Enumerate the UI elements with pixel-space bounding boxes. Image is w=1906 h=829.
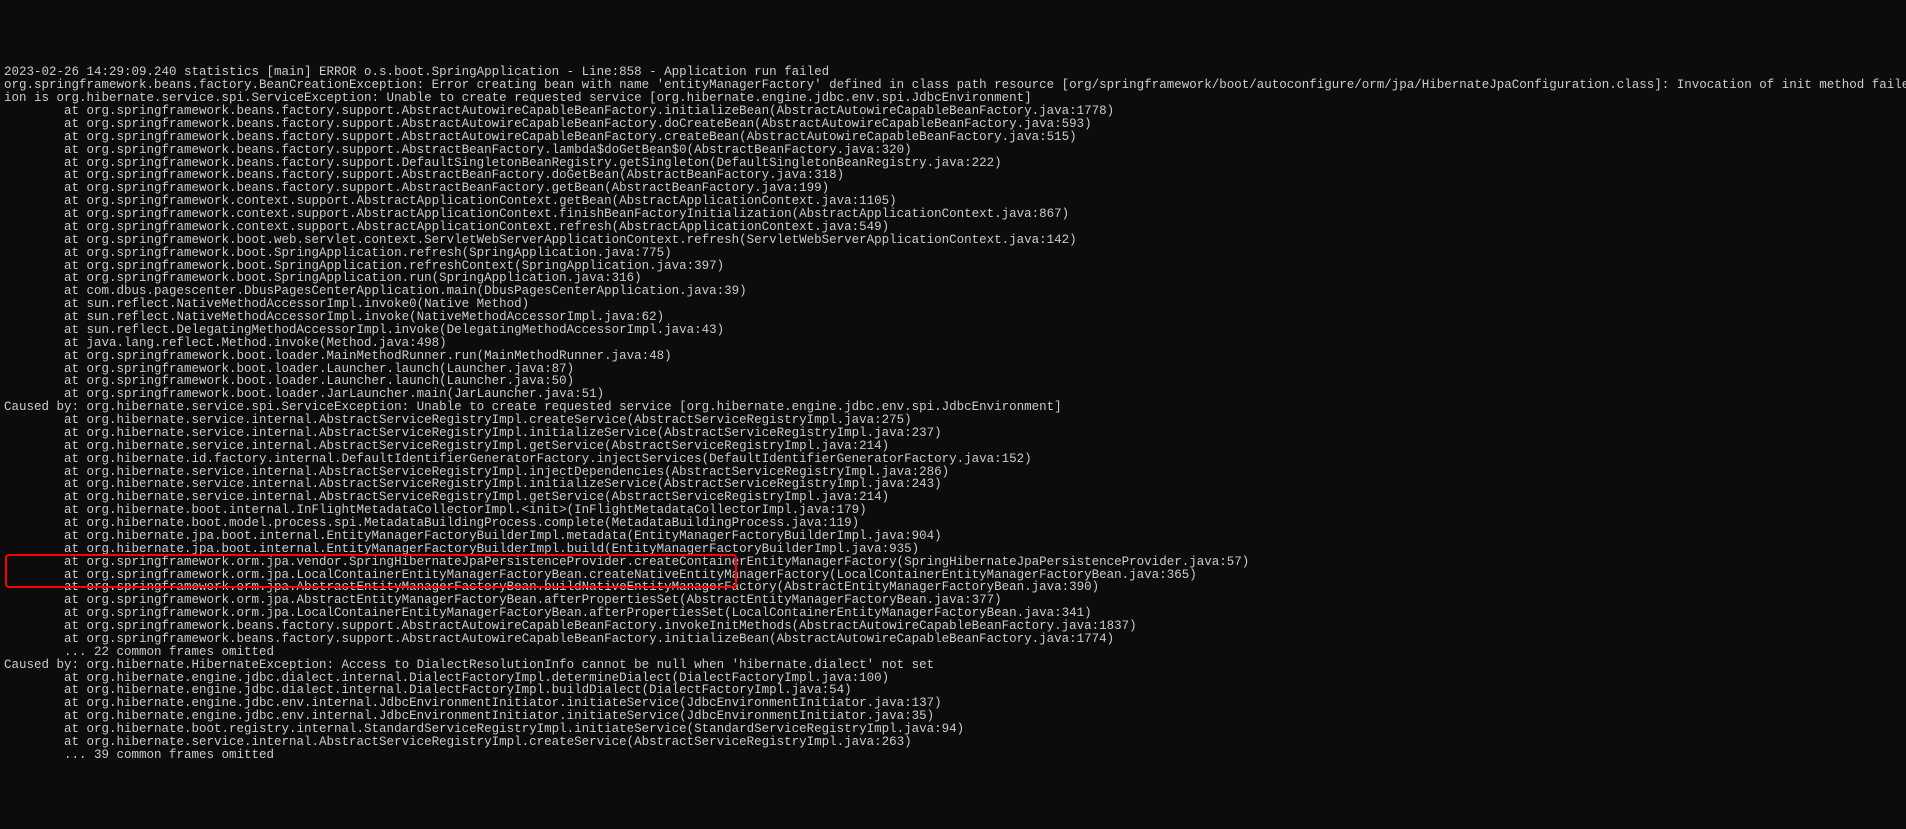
log-line: at org.hibernate.jpa.boot.internal.Entit… [4,530,1902,543]
log-line: ... 39 common frames omitted [4,749,1902,762]
log-line: at org.hibernate.service.internal.Abstra… [4,427,1902,440]
log-line: at org.springframework.boot.SpringApplic… [4,247,1902,260]
log-line: at org.hibernate.boot.model.process.spi.… [4,517,1902,530]
log-line: at org.springframework.beans.factory.sup… [4,620,1902,633]
log-line: Caused by: org.hibernate.HibernateExcept… [4,659,1902,672]
log-line: at org.hibernate.service.internal.Abstra… [4,440,1902,453]
log-line: at org.springframework.beans.factory.sup… [4,633,1902,646]
log-line: at org.springframework.boot.web.servlet.… [4,234,1902,247]
console-log-output: 2023-02-26 14:29:09.240 statistics [main… [0,64,1906,763]
log-line: at org.hibernate.service.internal.Abstra… [4,414,1902,427]
log-line: at org.springframework.context.support.A… [4,208,1902,221]
log-line: at org.hibernate.boot.registry.internal.… [4,723,1902,736]
log-line: at sun.reflect.DelegatingMethodAccessorI… [4,324,1902,337]
log-line: at org.hibernate.id.factory.internal.Def… [4,453,1902,466]
log-line: at org.springframework.boot.loader.MainM… [4,350,1902,363]
log-line: at org.hibernate.jpa.boot.internal.Entit… [4,543,1902,556]
log-line: at org.springframework.beans.factory.sup… [4,105,1902,118]
log-line: at org.springframework.beans.factory.sup… [4,118,1902,131]
log-line: ... 22 common frames omitted [4,646,1902,659]
log-line: at java.lang.reflect.Method.invoke(Metho… [4,337,1902,350]
log-line: at org.hibernate.service.internal.Abstra… [4,736,1902,749]
log-line: at org.springframework.beans.factory.sup… [4,131,1902,144]
log-line: at sun.reflect.NativeMethodAccessorImpl.… [4,311,1902,324]
log-line: at org.springframework.orm.jpa.vendor.Sp… [4,556,1902,569]
log-line: at org.springframework.beans.factory.sup… [4,144,1902,157]
log-line: at org.springframework.context.support.A… [4,221,1902,234]
